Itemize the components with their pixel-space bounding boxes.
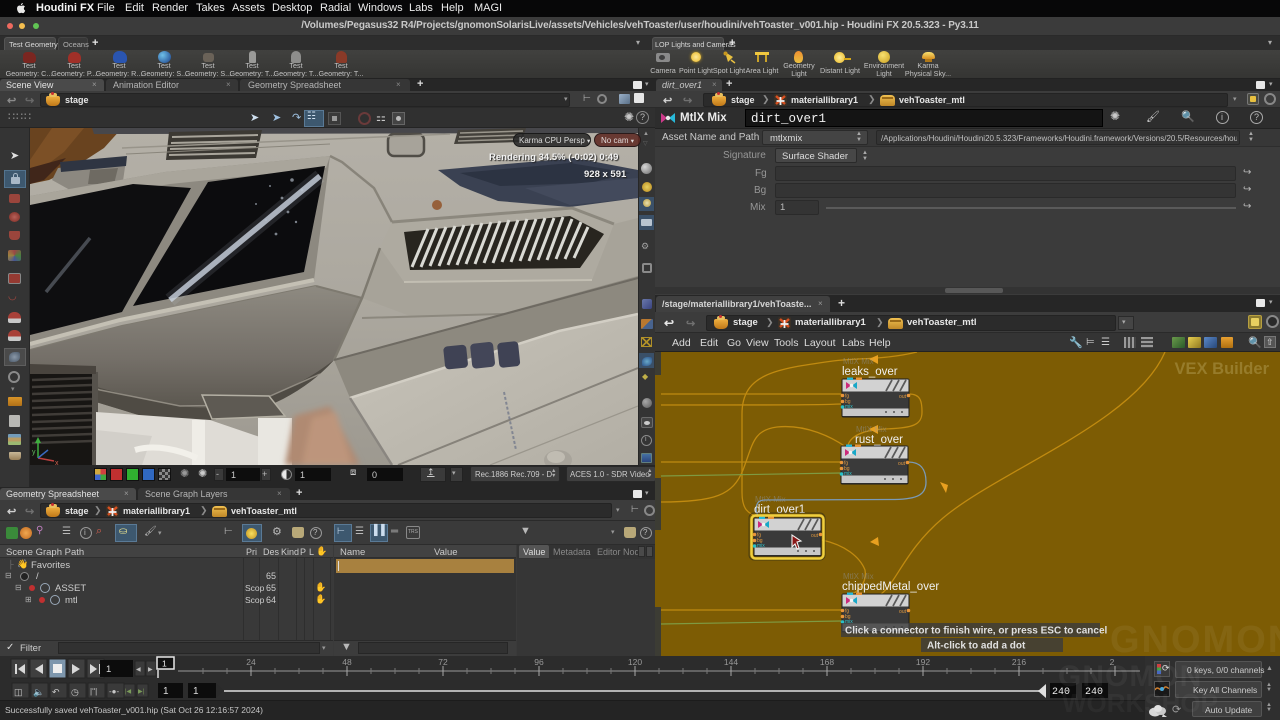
svg-text:120: 120	[628, 657, 642, 667]
svg-text:◫: ◫	[14, 687, 23, 697]
svg-text:MtlX Mix: MtlX Mix	[843, 572, 874, 581]
svg-text:MtlX Mix: MtlX Mix	[755, 495, 786, 504]
svg-text:|ʹʹ|: |ʹʹ|	[90, 687, 97, 696]
svg-text:leaks_over: leaks_over	[842, 366, 898, 378]
svg-text:192: 192	[916, 657, 930, 667]
svg-text:y: y	[32, 449, 36, 456]
svg-text:MtlX Mix: MtlX Mix	[843, 357, 874, 366]
svg-text:GNOMON: GNOMON	[1110, 619, 1280, 656]
svg-text:168: 168	[820, 657, 834, 667]
svg-text:1: 1	[163, 686, 169, 697]
svg-text:◷: ◷	[71, 687, 79, 697]
svg-text:72: 72	[438, 657, 448, 667]
svg-text:|◀: |◀	[125, 689, 132, 695]
svg-text:1: 1	[193, 686, 199, 697]
svg-text:Click a connector to finish wi: Click a connector to finish wire, or pre…	[845, 626, 1108, 637]
svg-text:◀: ◀	[136, 667, 141, 673]
svg-text:↶: ↶	[52, 687, 60, 697]
svg-text:Alt-click to add a dot: Alt-click to add a dot	[927, 641, 1026, 652]
svg-text:1: 1	[106, 664, 111, 675]
svg-text:144: 144	[724, 657, 738, 667]
svg-text:96: 96	[534, 657, 544, 667]
svg-text:24: 24	[246, 657, 256, 667]
svg-text:🔈: 🔈	[33, 687, 44, 698]
svg-text:VEX Builder: VEX Builder	[1175, 360, 1270, 378]
svg-text:rust_over: rust_over	[855, 434, 903, 446]
svg-text:dirt_over1: dirt_over1	[754, 504, 805, 516]
svg-text:▶|: ▶|	[138, 689, 145, 695]
svg-text:216: 216	[1012, 657, 1026, 667]
svg-text:MtlX Mix: MtlX Mix	[856, 425, 887, 434]
svg-text:-●-: -●-	[109, 687, 119, 696]
svg-text:1: 1	[162, 659, 167, 669]
svg-text:48: 48	[342, 657, 352, 667]
svg-text:chippedMetal_over: chippedMetal_over	[842, 581, 939, 593]
svg-text:▶: ▶	[148, 667, 153, 673]
